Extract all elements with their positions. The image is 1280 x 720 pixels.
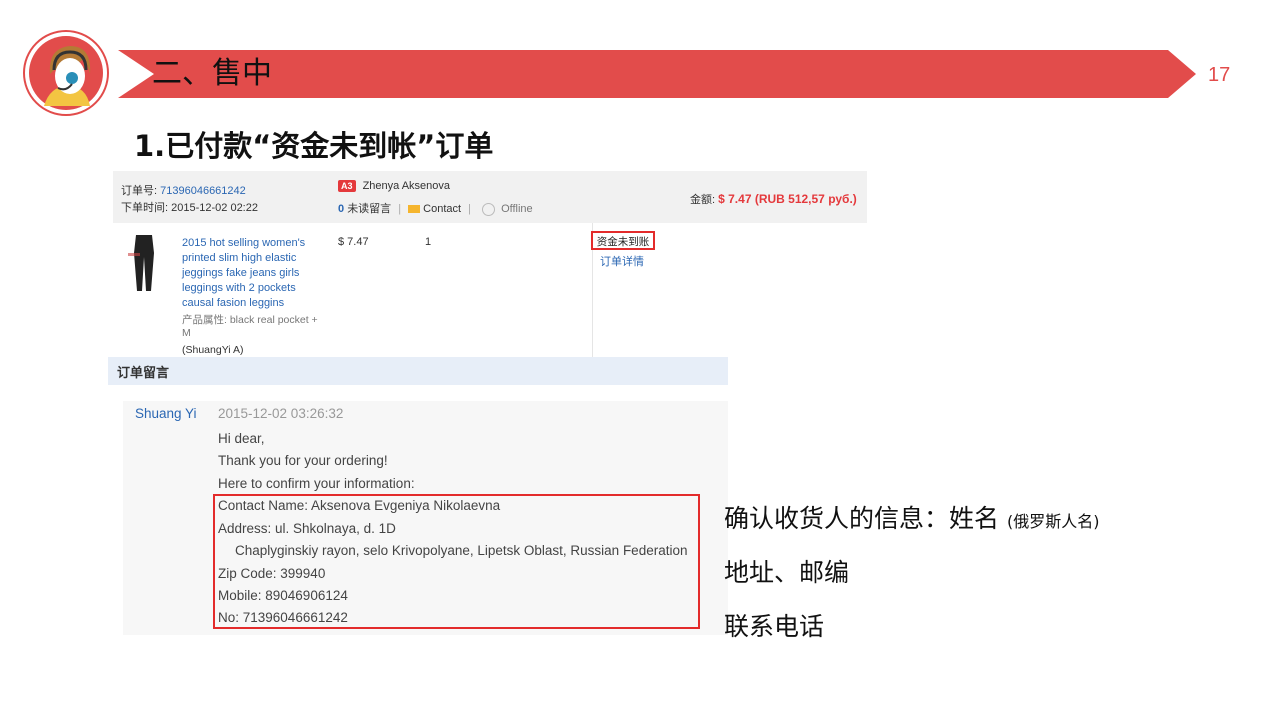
page-number: 17 (1208, 64, 1231, 86)
product-price: $ 7.47 (338, 236, 369, 248)
buyer-level-badge: A3 (338, 180, 356, 192)
order-time-value: 2015-12-02 02:22 (171, 202, 258, 214)
note-line-phone: 联系电话 (724, 612, 825, 641)
order-number-line: 订单号: 71396046661242 (121, 182, 246, 198)
order-messages-header (108, 357, 728, 385)
order-details-link[interactable]: 订单详情 (600, 253, 644, 269)
unread-messages-link[interactable]: 未读留言 (347, 203, 391, 215)
buyer-name[interactable]: Zhenya Aksenova (363, 180, 450, 192)
order-number-label: 订单号: (121, 185, 158, 197)
note-line-name: 确认收货人的信息：姓名 (俄罗斯人名) (724, 503, 1099, 538)
section-title: 二、售中 (152, 56, 272, 91)
order-status-highlight: 资金未到账 (591, 231, 655, 250)
order-messages-title: 订单留言 (117, 366, 170, 381)
note-name-text: 确认收货人的信息：姓名 (724, 504, 1000, 533)
offline-status-icon (482, 202, 496, 216)
product-quantity: 1 (425, 236, 432, 248)
order-time-line: 下单时间: 2015-12-02 02:22 (121, 199, 258, 215)
title-banner (118, 50, 1196, 98)
buyer-actions: 0 未读留言 | Contact | Offline (338, 202, 533, 216)
mail-icon (408, 205, 421, 214)
product-thumbnail[interactable] (124, 233, 164, 295)
note-name-detail: (俄罗斯人名) (1006, 512, 1100, 531)
amount-value: $ 7.47 (RUB 512,57 руб.) (718, 192, 857, 206)
message-sender[interactable]: Shuang Yi (135, 406, 197, 421)
slide-subtitle: 1.已付款“资金未到帐”订单 (134, 129, 494, 163)
amount-line: 金额: $ 7.47 (RUB 512,57 руб.) (690, 191, 857, 207)
amount-label: 金额: (690, 194, 716, 206)
order-number-link[interactable]: 71396046661242 (160, 185, 246, 197)
message-line: Here to confirm your information: (218, 476, 415, 491)
message-line: Hi dear, (218, 431, 265, 446)
unread-count: 0 (338, 203, 345, 215)
note-line-address: 地址、邮编 (724, 558, 850, 587)
order-time-label: 下单时间: (121, 202, 169, 214)
product-title-link[interactable]: 2015 hot selling women's printed slim hi… (182, 236, 317, 311)
contact-link[interactable]: Contact (423, 203, 461, 215)
buyer-line: A3 Zhenya Aksenova (338, 180, 450, 192)
product-seller: (ShuangYi A) (182, 344, 244, 356)
customer-service-avatar-icon (23, 30, 109, 116)
online-status: Offline (501, 203, 533, 215)
product-attributes: 产品属性: black real pocket + M (182, 314, 318, 339)
message-timestamp: 2015-12-02 03:26:32 (218, 406, 344, 421)
message-line: Thank you for your ordering! (218, 453, 388, 468)
info-highlight-frame (213, 494, 700, 629)
